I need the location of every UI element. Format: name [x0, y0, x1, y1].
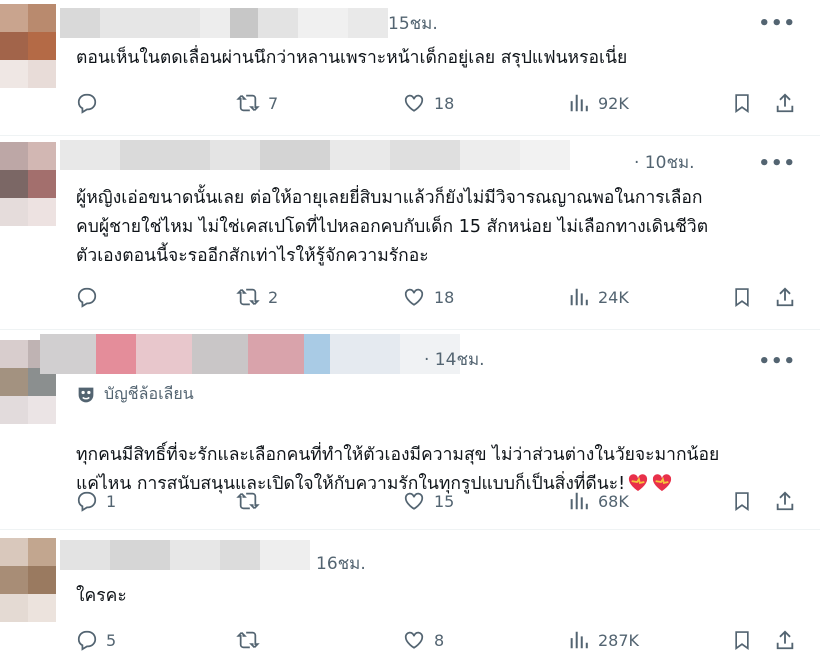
reply-icon [77, 630, 97, 651]
views-button[interactable]: 287K [568, 626, 639, 654]
like-count: 18 [434, 287, 455, 307]
repost-count: 7 [268, 93, 279, 113]
parody-label-text: บัญชีล้อเลียน [104, 384, 194, 403]
post-text: ตอนเห็นในตดเลื่อนผ่านนึกว่าหลานเพราะหน้า… [76, 48, 628, 68]
reply-button[interactable]: 1 [76, 487, 116, 515]
more-icon[interactable]: ••• [758, 352, 796, 372]
avatar-blur [0, 594, 56, 650]
bookmark-button[interactable] [732, 283, 752, 311]
bookmark-button[interactable] [732, 626, 752, 654]
author-name-blurred[interactable] [60, 140, 570, 170]
views-button[interactable]: 24K [568, 283, 629, 311]
post[interactable]: · 10ชม. ••• ผู้หญิงเอ่อขนาดนั้นเลย ต่อให… [0, 136, 820, 330]
author-name-blurred[interactable] [40, 334, 460, 374]
like-count: 15 [434, 491, 455, 511]
parody-mask-icon [78, 387, 94, 402]
repost-button[interactable]: 7 [236, 89, 278, 117]
share-icon [776, 491, 794, 511]
post-timestamp[interactable]: 16ชม. [316, 552, 366, 576]
like-button[interactable]: 8 [402, 626, 444, 654]
like-button[interactable]: 18 [402, 283, 454, 311]
action-bar: 5 8 287K [72, 626, 802, 654]
repost-icon [236, 631, 260, 649]
share-icon [776, 630, 794, 650]
repost-icon [236, 288, 260, 306]
avatar-blur [0, 60, 56, 116]
avatar[interactable] [0, 142, 56, 198]
reply-count: 5 [106, 630, 117, 650]
post-timestamp[interactable]: 15ชม. [388, 12, 438, 36]
avatar[interactable] [0, 4, 56, 60]
view-count: 287K [598, 630, 640, 650]
bookmark-button[interactable] [732, 487, 752, 515]
like-count: 8 [434, 630, 445, 650]
share-icon [776, 93, 794, 113]
post[interactable]: 15ชม. ••• ตอนเห็นในตดเลื่อนผ่านนึกว่าหลา… [0, 0, 820, 136]
reply-icon [77, 491, 97, 512]
views-icon [570, 94, 588, 112]
post-timestamp[interactable]: · 14ชม. [424, 348, 485, 372]
like-button[interactable]: 18 [402, 89, 454, 117]
post[interactable]: 16ชม. ใครคะ 5 8 287K [0, 530, 820, 661]
like-button[interactable]: 15 [402, 487, 454, 515]
post-text: ผู้หญิงเอ่อขนาดนั้นเลย ต่อให้อายุเลยยี่ส… [76, 188, 709, 266]
repost-button[interactable] [236, 626, 268, 654]
more-icon[interactable]: ••• [758, 14, 796, 34]
reply-button[interactable] [76, 283, 106, 311]
views-button[interactable]: 68K [568, 487, 629, 515]
views-icon [570, 492, 588, 510]
view-count: 24K [598, 287, 629, 307]
bookmark-icon [735, 94, 749, 113]
repost-icon [236, 94, 260, 112]
author-name-blurred[interactable] [60, 540, 310, 570]
action-bar: 7 18 92K [72, 89, 802, 117]
repost-button[interactable]: 2 [236, 283, 278, 311]
action-bar: 1 15 68K [72, 487, 802, 515]
reply-icon [77, 287, 97, 308]
parody-account-label: บัญชีล้อเลียน [76, 382, 194, 407]
views-icon [570, 631, 588, 649]
share-button[interactable] [774, 626, 796, 654]
post-timestamp[interactable]: · 10ชม. [634, 151, 695, 175]
avatar[interactable] [0, 538, 56, 594]
reply-count: 1 [106, 491, 117, 511]
avatar-blur [0, 198, 56, 254]
views-icon [570, 288, 588, 306]
bookmark-icon [735, 631, 749, 650]
post-text: ใครคะ [76, 586, 127, 606]
post-text: ทุกคนมีสิทธิ์ที่จะรักและเลือกคนที่ทำให้ต… [76, 412, 811, 499]
repost-icon [236, 492, 260, 510]
heart-icon [404, 492, 424, 510]
reply-icon [77, 93, 97, 114]
view-count: 68K [598, 491, 629, 511]
post[interactable]: · 14ชม. ••• บัญชีล้อเลียน ทุกคนมีสิทธิ์ท… [0, 330, 820, 530]
author-name-blurred[interactable] [60, 8, 388, 38]
share-button[interactable] [774, 89, 796, 117]
bookmark-icon [735, 288, 749, 307]
repost-button[interactable] [236, 487, 268, 515]
heart-icon [404, 288, 424, 306]
share-button[interactable] [774, 487, 796, 515]
action-bar: 2 18 24K [72, 283, 802, 311]
view-count: 92K [598, 93, 629, 113]
share-button[interactable] [774, 283, 796, 311]
reply-button[interactable]: 5 [76, 626, 116, 654]
avatar-blur [0, 396, 56, 452]
heart-icon [404, 94, 424, 112]
heart-icon [404, 631, 424, 649]
reply-button[interactable] [76, 89, 106, 117]
bookmark-icon [735, 492, 749, 511]
views-button[interactable]: 92K [568, 89, 629, 117]
share-icon [776, 287, 794, 307]
like-count: 18 [434, 93, 455, 113]
repost-count: 2 [268, 287, 279, 307]
bookmark-button[interactable] [732, 89, 752, 117]
more-icon[interactable]: ••• [758, 154, 796, 174]
